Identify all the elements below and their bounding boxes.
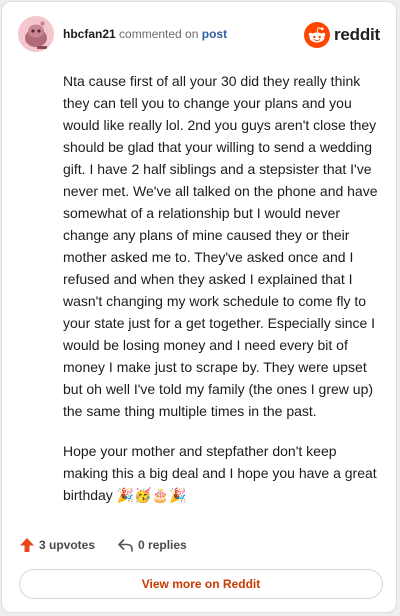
replies-count: 0 replies xyxy=(138,538,187,552)
upvote-button[interactable]: 3 upvotes xyxy=(19,537,95,553)
comment-paragraph: Hope your mother and stepfather don't ke… xyxy=(63,443,377,503)
user-avatar[interactable] xyxy=(18,16,54,52)
reddit-wordmark: reddit xyxy=(333,25,380,44)
reply-arrow-icon xyxy=(118,539,133,552)
replies-button[interactable]: 0 replies xyxy=(117,537,187,553)
comment-actions: 3 upvotes 0 replies xyxy=(19,534,209,556)
view-more-on-reddit-button[interactable]: View more on Reddit xyxy=(19,569,383,599)
comment-paragraph: Nta cause first of all your 30 did they … xyxy=(63,73,378,419)
reddit-snoo-icon xyxy=(303,22,330,48)
username[interactable]: hbcfan21 xyxy=(63,27,116,41)
comment-header: hbcfan21 commented on post reddit xyxy=(18,16,380,52)
commented-on-label: commented on xyxy=(119,27,199,41)
post-link[interactable]: post xyxy=(202,27,227,41)
comment-body: Nta cause first of all your 30 did they … xyxy=(63,70,383,524)
upvotes-count: 3 upvotes xyxy=(39,538,96,552)
reddit-logo[interactable]: reddit xyxy=(303,22,380,48)
comment-meta: hbcfan21 commented on post xyxy=(63,26,227,42)
avatar-image xyxy=(18,16,54,52)
view-more-label: View more on Reddit xyxy=(141,577,261,591)
comment-embed-card: hbcfan21 commented on post reddit Nta ca… xyxy=(1,1,397,613)
upvote-arrow-icon xyxy=(20,538,34,552)
